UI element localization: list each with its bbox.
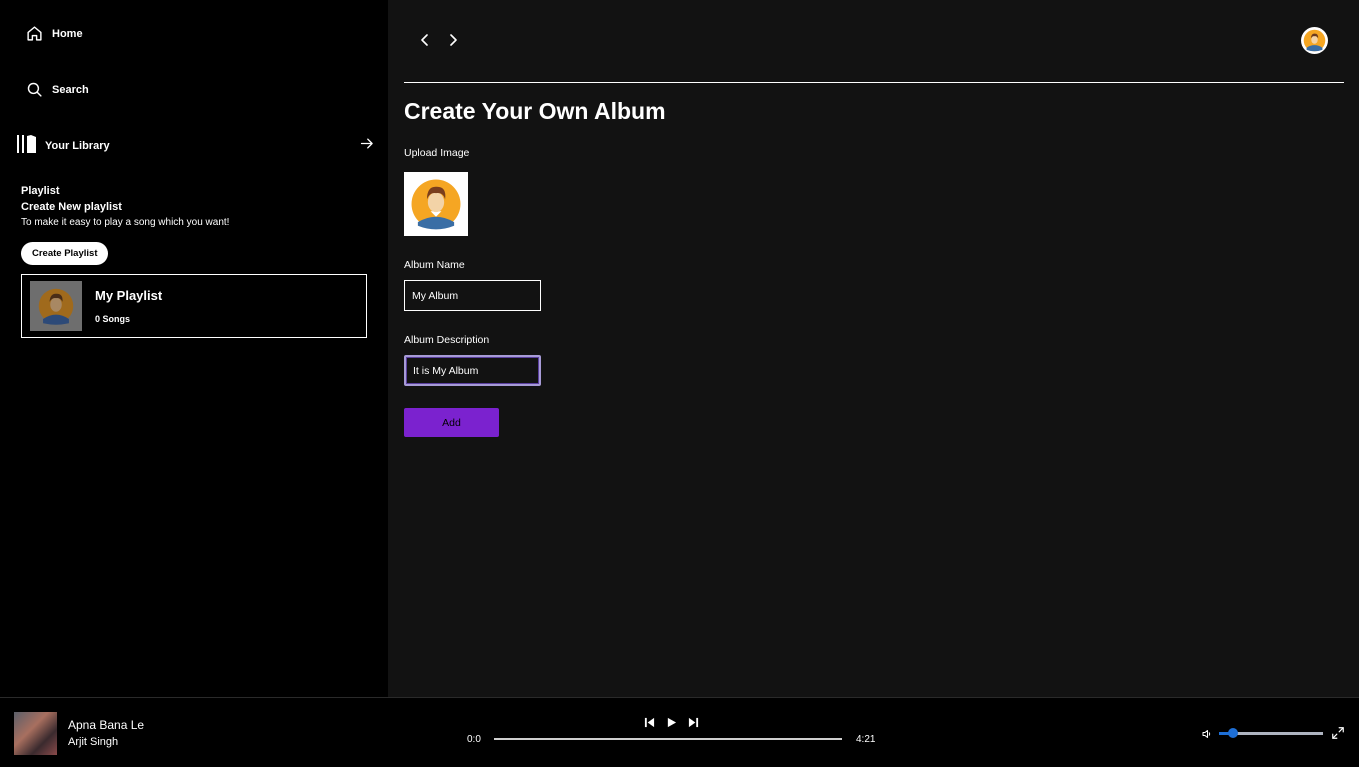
library-icon	[17, 135, 37, 156]
play-icon[interactable]	[665, 716, 677, 728]
fullscreen-icon[interactable]	[1331, 726, 1345, 745]
next-icon[interactable]	[687, 716, 699, 728]
previous-icon[interactable]	[643, 716, 655, 728]
playlist-name: My Playlist	[95, 288, 163, 303]
create-playlist-section: Playlist Create New playlist To make it …	[21, 184, 229, 265]
sidebar: Home Search Your Library Playlist Create…	[0, 0, 388, 697]
library-label: Your Library	[45, 139, 110, 152]
avatar[interactable]	[1301, 27, 1328, 54]
playlist-heading: Playlist	[21, 185, 60, 197]
create-playlist-button[interactable]: Create Playlist	[21, 242, 109, 265]
your-library-button[interactable]: Your Library	[17, 135, 110, 156]
current-time: 0:0	[467, 734, 481, 745]
chevron-left-icon[interactable]	[416, 31, 434, 49]
progress-bar[interactable]	[494, 738, 842, 740]
playlist-card[interactable]: My Playlist 0 Songs	[21, 274, 367, 338]
home-icon	[26, 25, 43, 42]
main-content: Create Your Own Album Upload Image Album…	[388, 0, 1359, 697]
duration: 4:21	[856, 734, 876, 745]
header-divider	[404, 82, 1344, 83]
player-bar: Apna Bana Le Arjit Singh 0:0 4:21	[0, 697, 1359, 767]
create-playlist-description: To make it easy to play a song which you…	[21, 217, 230, 228]
volume-slider[interactable]	[1219, 728, 1323, 738]
album-name-input[interactable]	[404, 280, 541, 311]
create-new-playlist-label: Create New playlist	[21, 201, 122, 213]
add-button[interactable]: Add	[404, 408, 499, 437]
nav-home-label: Home	[52, 27, 83, 40]
arrow-right-icon[interactable]	[359, 136, 374, 156]
volume-icon[interactable]	[1201, 727, 1213, 745]
track-title: Apna Bana Le	[68, 718, 145, 732]
album-name-label: Album Name	[404, 259, 465, 271]
upload-image-label: Upload Image	[404, 147, 470, 159]
album-description-input[interactable]	[404, 355, 541, 386]
library-header: Your Library	[17, 135, 374, 156]
upload-image-button[interactable]	[404, 172, 468, 236]
playback-controls	[643, 716, 699, 728]
nav-search[interactable]: Search	[26, 81, 89, 98]
track-artist: Arjit Singh	[68, 736, 119, 748]
chevron-right-icon[interactable]	[444, 31, 462, 49]
playlist-thumbnail	[30, 281, 82, 331]
album-description-label: Album Description	[404, 334, 490, 346]
volume-knob[interactable]	[1227, 728, 1238, 738]
nav-search-label: Search	[52, 83, 89, 96]
playlist-song-count: 0 Songs	[95, 314, 131, 324]
track-cover	[14, 712, 57, 755]
page-title: Create Your Own Album	[404, 98, 666, 124]
history-nav	[416, 31, 462, 49]
nav-home[interactable]: Home	[26, 25, 83, 42]
search-icon	[26, 81, 43, 98]
